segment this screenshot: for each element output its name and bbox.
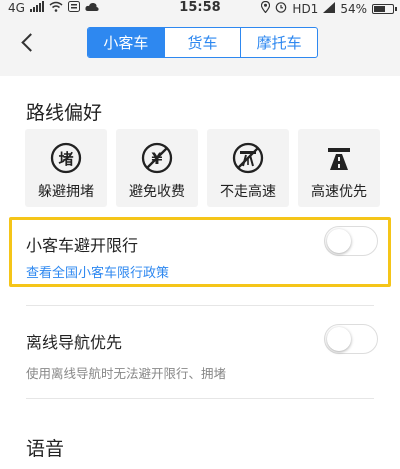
- svg-text:堵: 堵: [58, 150, 73, 168]
- pref-highway-priority[interactable]: 高速优先: [298, 129, 380, 207]
- restriction-policy-link[interactable]: 查看全国小客车限行政策: [26, 262, 169, 281]
- pref-label: 躲避拥堵: [38, 184, 94, 200]
- header: 小客车 货车 摩托车: [0, 22, 400, 66]
- restriction-toggle[interactable]: [324, 226, 378, 256]
- back-icon[interactable]: [16, 28, 42, 58]
- offline-toggle[interactable]: [324, 324, 378, 354]
- voice-section-title: 语音: [26, 438, 65, 460]
- toggle-knob: [327, 327, 351, 351]
- pref-no-highway[interactable]: 不走高速: [207, 129, 289, 207]
- tab-motorcycle[interactable]: 摩托车: [241, 28, 317, 57]
- tab-car[interactable]: 小客车: [88, 28, 165, 57]
- pref-label: 避免收费: [129, 184, 185, 200]
- highway-priority-icon: [322, 141, 356, 175]
- pref-avoid-congestion[interactable]: 堵 躲避拥堵: [25, 129, 107, 207]
- restriction-title: 小客车避开限行: [26, 236, 139, 255]
- toggle-knob: [327, 229, 351, 253]
- pref-label: 不走高速: [220, 184, 276, 200]
- offline-subtitle: 使用离线导航时无法避开限行、拥堵: [26, 366, 227, 381]
- status-right: HD1 54%: [261, 0, 397, 16]
- avoid-toll-icon: ¥: [140, 141, 174, 175]
- location-icon: [261, 0, 271, 16]
- divider: [26, 398, 374, 399]
- divider: [26, 305, 374, 306]
- status-bar: 4G 15:58 HD1 54%: [0, 0, 400, 16]
- route-preference-title: 路线偏好: [26, 102, 103, 124]
- avoid-congestion-icon: 堵: [49, 141, 83, 175]
- offline-title: 离线导航优先: [26, 333, 123, 352]
- settings-card: 路线偏好 堵 躲避拥堵 ¥ 避免收费 不走高速 高速优先 小: [0, 76, 400, 469]
- battery-percent: 54%: [340, 1, 367, 16]
- pref-label: 高速优先: [311, 184, 367, 200]
- route-preference-options: 堵 躲避拥堵 ¥ 避免收费 不走高速 高速优先: [25, 129, 380, 207]
- alarm-icon: [275, 1, 287, 16]
- mobile-signal-icon: [323, 1, 336, 16]
- battery-icon: [372, 3, 397, 14]
- no-highway-icon: [231, 141, 265, 175]
- carrier-label: HD1: [292, 1, 319, 16]
- pref-avoid-toll[interactable]: ¥ 避免收费: [116, 129, 198, 207]
- vehicle-type-tabs: 小客车 货车 摩托车: [87, 27, 318, 58]
- tab-truck[interactable]: 货车: [165, 28, 242, 57]
